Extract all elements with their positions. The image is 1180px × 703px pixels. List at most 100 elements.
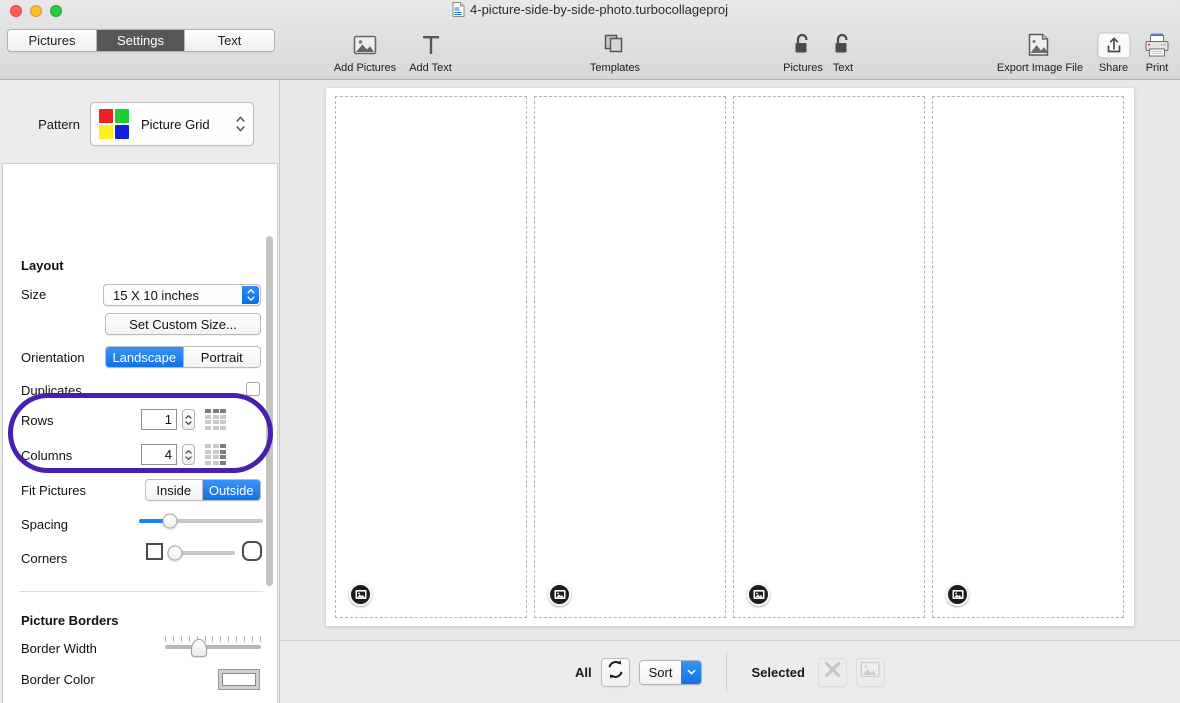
sort-button[interactable]: Sort [638,659,703,685]
columns-grid-icon[interactable] [205,444,226,465]
unlocked-padlock-icon [792,31,814,59]
title-bar: 4-picture-side-by-side-photo.turbocollag… [0,0,1180,80]
pattern-value: Picture Grid [141,116,210,132]
layout-heading: Layout [21,258,64,273]
fit-inside[interactable]: Inside [146,480,203,500]
picture-placeholder-3[interactable] [733,96,925,618]
toolbar-lock-text-label: Text [832,62,854,74]
rows-label: Rows [21,413,54,428]
selected-label: Selected [751,664,805,680]
pattern-label: Pattern [38,116,80,132]
sort-label: Sort [639,660,682,684]
rows-grid-icon[interactable] [205,409,226,430]
corners-label: Corners [21,551,68,566]
border-color-label: Border Color [21,672,95,687]
settings-scroll-area: Layout Size 15 X 10 inches Set Custom Si… [2,163,278,703]
columns-label: Columns [21,448,73,463]
view-tabs[interactable]: Pictures Settings Text [7,29,275,52]
share-icon [1097,31,1131,59]
corners-slider-knob[interactable] [167,545,183,561]
chevron-down-icon[interactable] [681,660,702,684]
border-width-slider-knob[interactable] [190,638,207,657]
toolbar-print[interactable]: Print [1136,24,1178,74]
app-window: 4-picture-side-by-side-photo.turbocollag… [0,0,1180,703]
rows-input[interactable]: 1 [141,409,177,430]
photo-badge-icon[interactable] [349,583,372,606]
pattern-popup-button[interactable]: Picture Grid [90,102,254,146]
collage-sheet[interactable] [326,88,1134,626]
columns-stepper[interactable] [182,444,195,465]
remove-selected-button[interactable] [817,657,847,687]
picture-placeholder-4[interactable] [932,96,1124,618]
toolbar-add-pictures[interactable]: Add Pictures [330,24,400,74]
orientation-segmented[interactable]: Landscape Portrait [105,346,261,368]
tab-pictures[interactable]: Pictures [8,30,97,51]
toolbar-add-pictures-label: Add Pictures [333,62,397,74]
duplicates-label: Duplicates [21,383,82,398]
chevron-updown-icon [236,116,245,132]
toolbar-lock-text[interactable]: Text [820,24,866,74]
settings-scrollbar[interactable] [266,236,273,586]
orientation-landscape[interactable]: Landscape [106,347,184,367]
photo-icon [351,31,379,59]
photo-badge-icon[interactable] [946,583,969,606]
toolbar-add-text[interactable]: Add Text [402,24,459,74]
bottom-toolbar: All Sort Selected [280,640,1180,703]
border-color-well[interactable] [218,669,260,690]
toolbar-print-label: Print [1145,62,1169,74]
toolbar-share[interactable]: Share [1090,24,1137,74]
replace-selected-button[interactable] [855,657,885,687]
duplicates-checkbox[interactable] [246,382,260,396]
picture-placeholder-1[interactable] [335,96,527,618]
columns-input[interactable]: 4 [141,444,177,465]
unlocked-padlock-icon [832,31,854,59]
columns-row: 4 [141,444,226,465]
spacing-slider[interactable] [139,513,263,529]
tab-text[interactable]: Text [185,30,274,51]
rows-stepper[interactable] [182,409,195,430]
shuffle-all-button[interactable] [600,657,630,687]
size-label: Size [21,287,47,302]
toolbar-export-image-file[interactable]: Export Image File [985,24,1095,74]
photo-icon [860,661,880,683]
picture-borders-heading: Picture Borders [21,613,119,628]
size-select-value: 15 X 10 inches [113,287,200,303]
photo-badge-icon[interactable] [747,583,770,606]
templates-icon [601,31,629,59]
refresh-arrows-icon [605,659,626,685]
spacing-slider-knob[interactable] [162,513,178,529]
bottom-divider [726,652,728,692]
divider [19,591,263,592]
printer-icon [1143,31,1171,59]
orientation-portrait[interactable]: Portrait [183,347,260,367]
photo-badge-icon[interactable] [548,583,571,606]
corners-square-icon [146,543,163,560]
toolbar-share-label: Share [1098,62,1129,74]
all-label: All [575,664,592,680]
collage-canvas[interactable] [280,80,1180,640]
fit-pictures-label: Fit Pictures [21,483,87,498]
export-image-icon [1025,31,1055,59]
toolbar-templates-label: Templates [589,62,641,74]
fit-outside[interactable]: Outside [202,480,260,500]
tab-settings[interactable]: Settings [97,30,185,51]
set-custom-size-button[interactable]: Set Custom Size... [105,313,261,335]
document-icon [452,2,465,17]
toolbar-add-text-label: Add Text [409,62,452,74]
settings-panel: Pattern Picture Grid Layout Size 15 X 10… [0,80,280,703]
border-width-label: Border Width [21,641,97,656]
toolbar-templates[interactable]: Templates [578,24,652,74]
fit-pictures-segmented[interactable]: Inside Outside [145,479,261,501]
picture-placeholder-2[interactable] [534,96,726,618]
spacing-label: Spacing [21,517,68,532]
document-title-text: 4-picture-side-by-side-photo.turbocollag… [470,2,728,17]
size-select[interactable]: 15 X 10 inches [103,284,261,306]
toolbar-lock-pictures-label: Pictures [783,62,823,74]
x-mark-icon [823,660,842,684]
border-width-slider[interactable] [165,636,261,657]
rows-row: 1 [141,409,226,430]
corners-slider[interactable] [167,545,235,561]
document-title: 4-picture-side-by-side-photo.turbocollag… [0,2,1180,17]
border-width-ticks [165,636,261,642]
pattern-swatch-grid [99,109,129,139]
